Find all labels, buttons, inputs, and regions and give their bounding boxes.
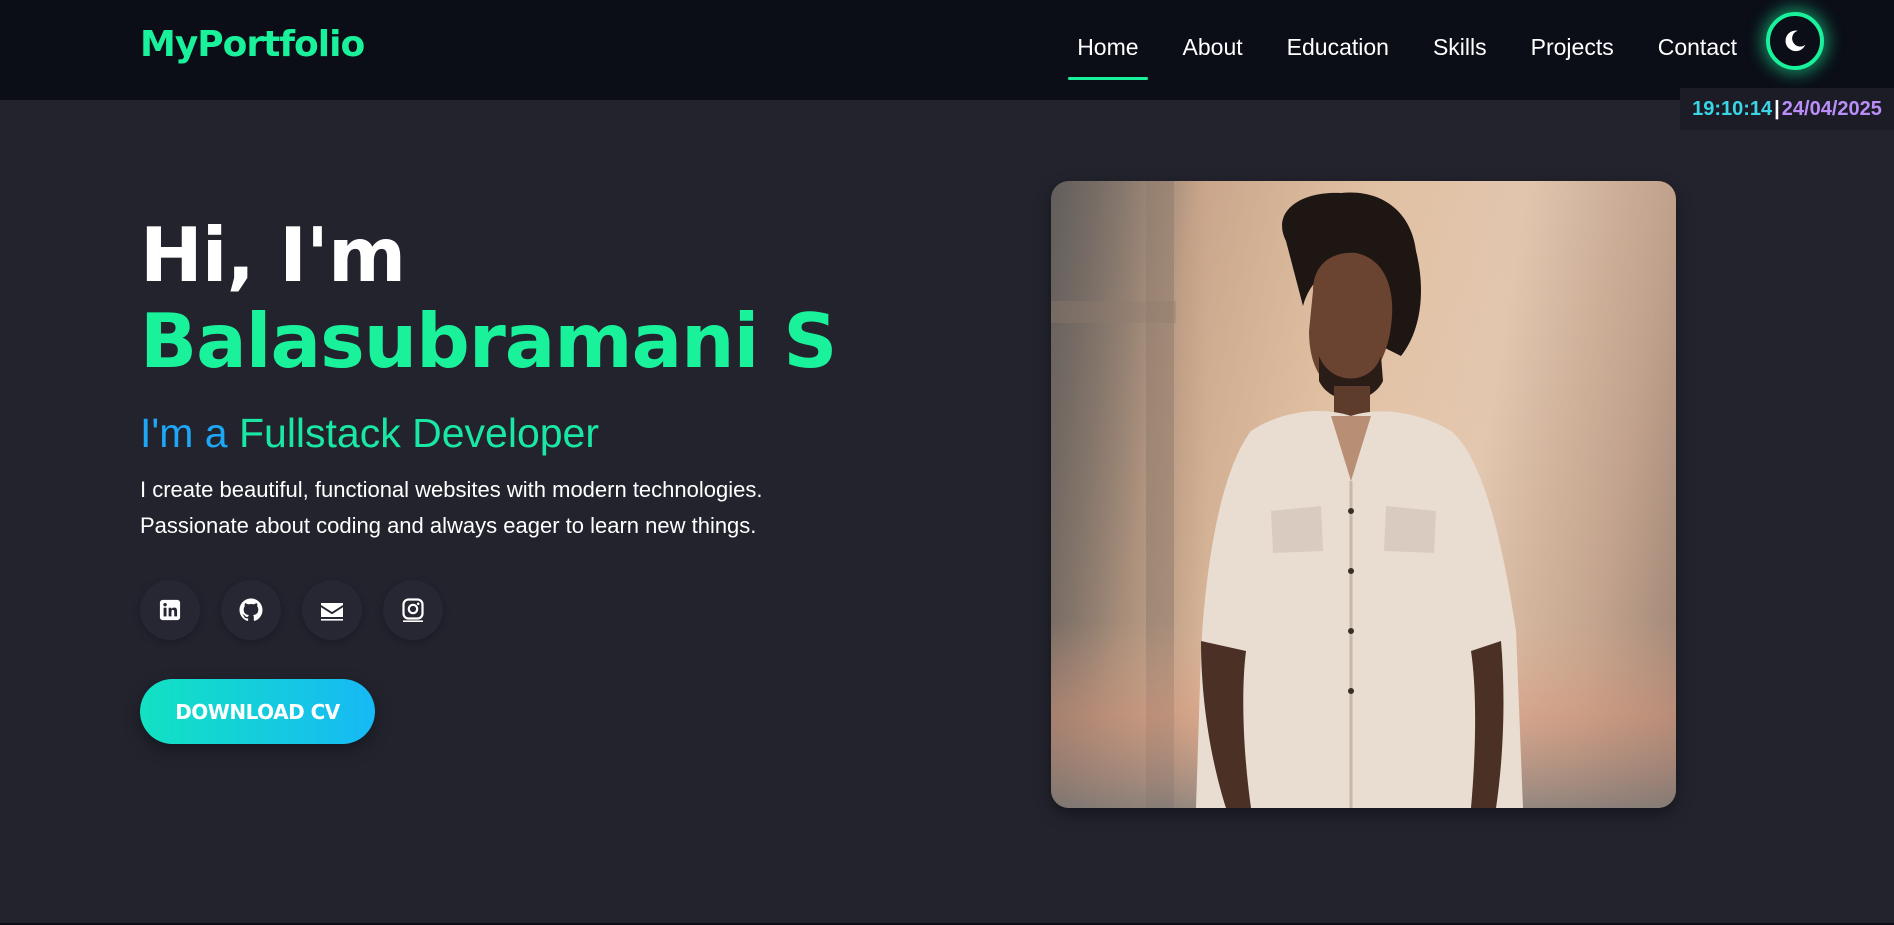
nav-link-contact[interactable]: Contact bbox=[1649, 30, 1746, 80]
tagline-line-1: I create beautiful, functional websites … bbox=[140, 477, 763, 502]
profile-photo bbox=[1051, 181, 1676, 808]
envelope-icon bbox=[321, 603, 343, 621]
role-title: Fullstack Developer bbox=[238, 410, 599, 456]
email-link[interactable] bbox=[302, 580, 362, 640]
theme-toggle-button[interactable] bbox=[1766, 12, 1824, 70]
hero-name: Balasubramani S bbox=[140, 297, 837, 385]
role-prefix: I'm a bbox=[140, 410, 239, 456]
hero-tagline: I create beautiful, functional websites … bbox=[140, 472, 920, 544]
nav-link-education[interactable]: Education bbox=[1278, 30, 1398, 80]
clock-time: 19:10:14 bbox=[1692, 97, 1773, 120]
nav-links: Home About Education Skills Projects Con… bbox=[1068, 30, 1746, 80]
instagram-icon bbox=[402, 598, 424, 622]
download-cv-button[interactable]: DOWNLOAD CV bbox=[140, 679, 375, 744]
clock-display: 19:10:14 | 24/04/2025 bbox=[1680, 88, 1894, 130]
linkedin-link[interactable] bbox=[140, 580, 200, 640]
moon-icon bbox=[1785, 30, 1806, 52]
linkedin-icon bbox=[159, 599, 181, 621]
instagram-link[interactable] bbox=[383, 580, 443, 640]
clock-separator: | bbox=[1774, 97, 1780, 120]
clock-date: 24/04/2025 bbox=[1781, 97, 1882, 120]
social-links bbox=[140, 580, 443, 640]
nav-link-about[interactable]: About bbox=[1174, 30, 1252, 80]
hero-greeting: Hi, I'm bbox=[140, 211, 406, 299]
nav-link-home[interactable]: Home bbox=[1068, 30, 1148, 80]
nav-link-skills[interactable]: Skills bbox=[1424, 30, 1496, 80]
hero-role: I'm a Fullstack Developer bbox=[140, 410, 599, 457]
tagline-line-2: Passionate about coding and always eager… bbox=[140, 513, 757, 538]
navbar: MyPortfolio Home About Education Skills … bbox=[0, 0, 1894, 100]
hero-title: Hi, I'm Balasubramani S bbox=[140, 212, 960, 384]
nav-link-projects[interactable]: Projects bbox=[1522, 30, 1623, 80]
github-link[interactable] bbox=[221, 580, 281, 640]
github-icon bbox=[239, 598, 263, 621]
site-logo[interactable]: MyPortfolio bbox=[140, 24, 365, 65]
